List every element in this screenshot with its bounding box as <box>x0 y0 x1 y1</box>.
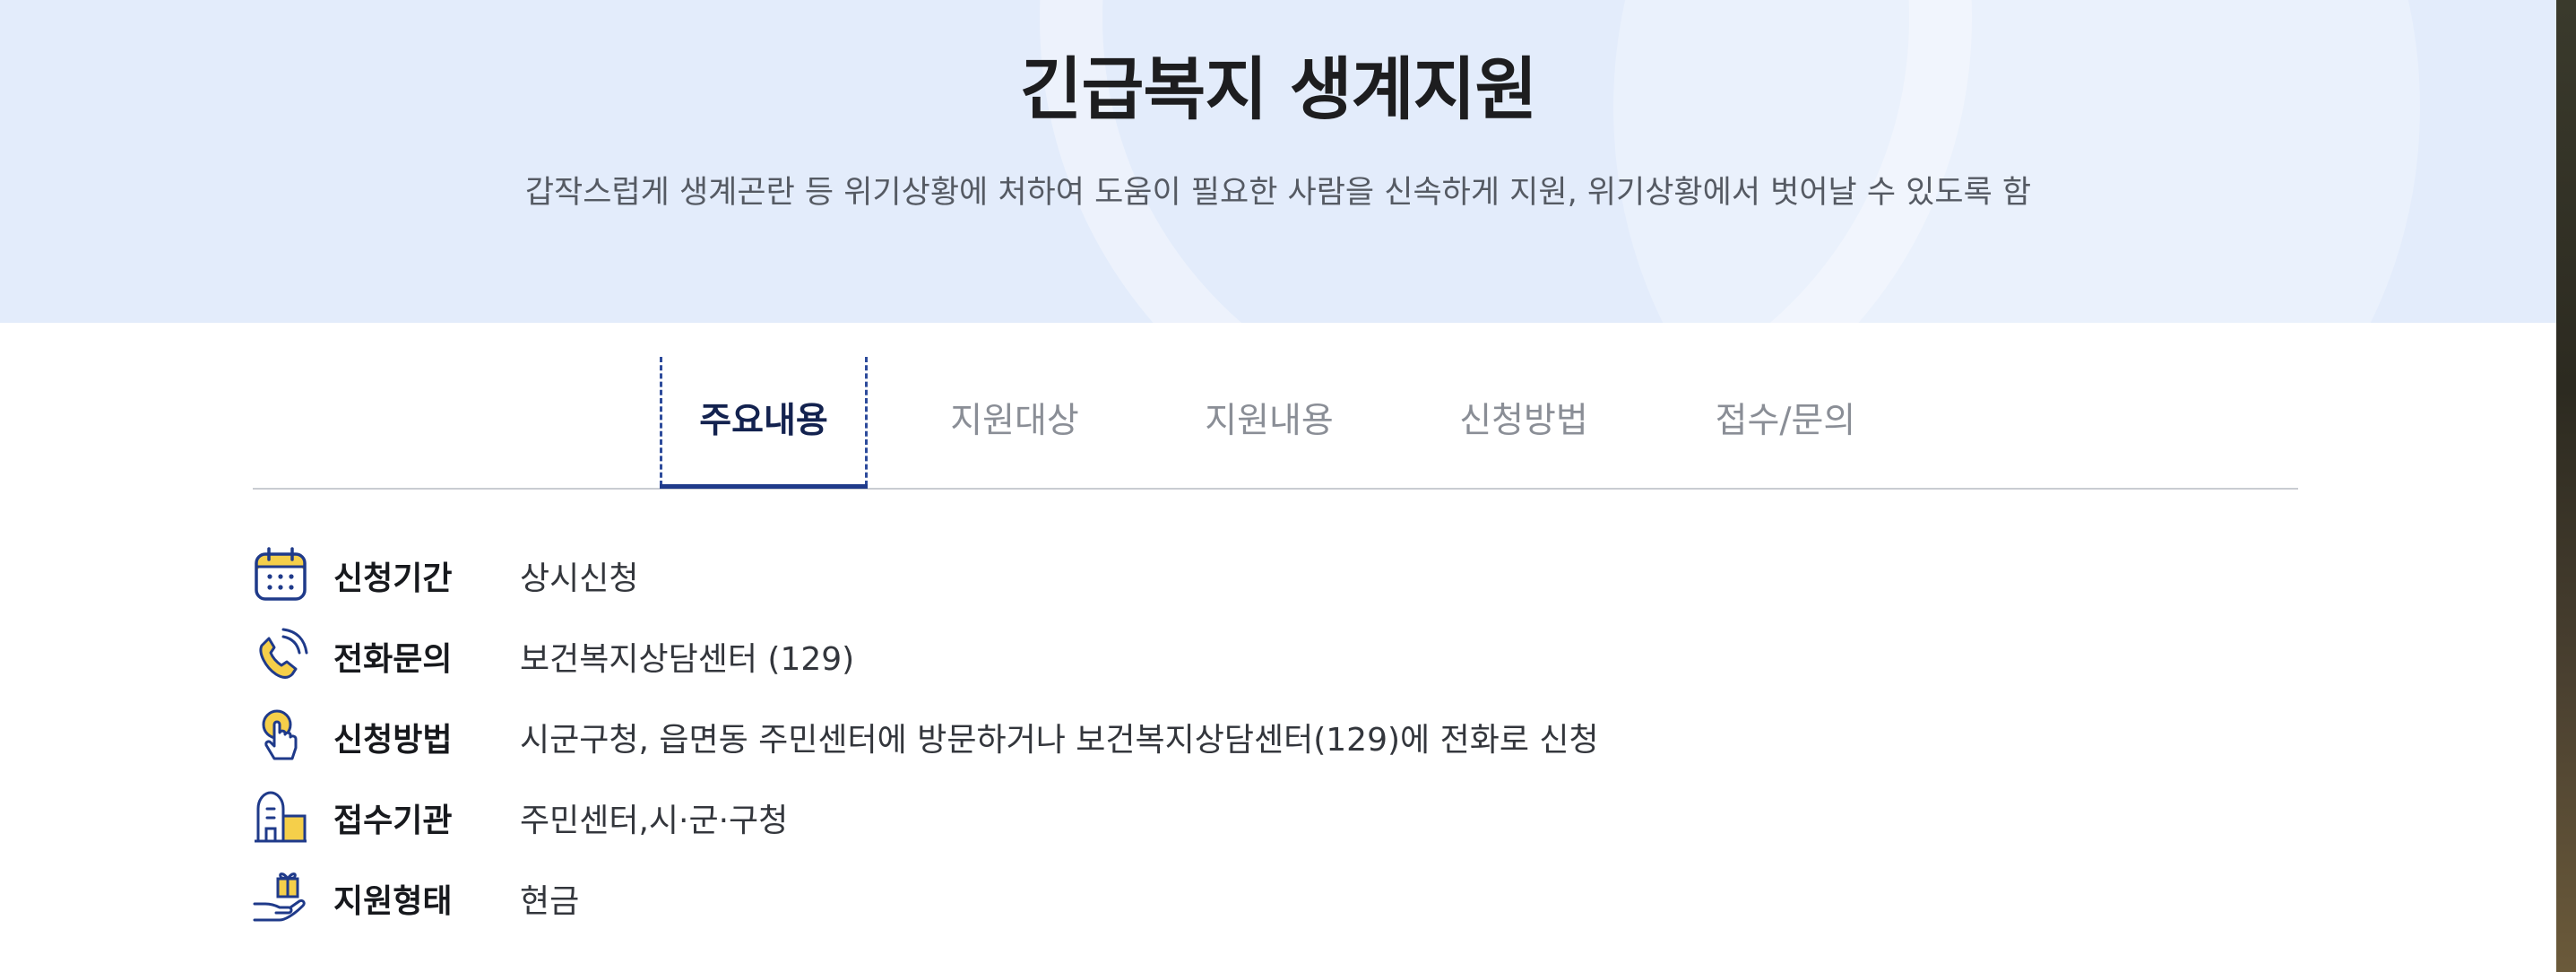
building-icon <box>255 791 307 843</box>
info-row-period: 신청기간 상시신청 <box>253 547 2045 610</box>
phone-icon <box>259 628 308 679</box>
hand-pointer-icon <box>262 709 298 760</box>
info-label: 전화문의 <box>333 641 453 678</box>
background-photo-edge <box>2556 0 2576 972</box>
info-value: 주민센터,시·군·구청 <box>520 803 789 839</box>
page-title: 긴급복지 생계지원 <box>1019 49 1538 129</box>
info-value: 시군구청, 읍면동 주민센터에 방문하거나 보건복지상담센터(129)에 전화로… <box>520 722 1599 759</box>
info-row-agency: 접수기관 주민센터,시·군·구청 <box>253 789 2045 852</box>
page-description: 갑작스럽게 생계곤란 등 위기상황에 처하여 도움이 필요한 사람을 신속하게 … <box>524 175 2032 211</box>
calendar-icon <box>255 547 307 601</box>
info-value: 보건복지상담센터 (129) <box>520 641 855 678</box>
tab-contact[interactable]: 접수/문의 <box>1678 357 1893 486</box>
info-value: 상시신청 <box>520 560 639 597</box>
info-label: 신청기간 <box>333 560 453 597</box>
info-row-method: 신청방법 시군구청, 읍면동 주민센터에 방문하거나 보건복지상담센터(129)… <box>253 708 2045 771</box>
tab-how-to-apply[interactable]: 신청방법 <box>1425 357 1622 486</box>
tab-eligibility[interactable]: 지원대상 <box>916 357 1113 486</box>
info-row-type: 지원형태 현금 <box>253 870 2045 933</box>
info-value: 현금 <box>520 883 580 920</box>
hero-banner: 긴급복지 생계지원 갑작스럽게 생계곤란 등 위기상황에 처하여 도움이 필요한… <box>0 0 2556 323</box>
info-row-phone: 전화문의 보건복지상담센터 (129) <box>253 628 2045 690</box>
info-label: 접수기관 <box>333 803 453 839</box>
gift-hand-icon <box>253 872 306 922</box>
tab-bar: 주요내용 지원대상 지원내용 신청방법 접수/문의 <box>253 357 2298 490</box>
page: 긴급복지 생계지원 갑작스럽게 생계곤란 등 위기상황에 처하여 도움이 필요한… <box>0 0 2576 972</box>
tab-support-details[interactable]: 지원내용 <box>1171 357 1368 486</box>
info-label: 신청방법 <box>333 722 453 759</box>
tab-main-content[interactable]: 주요내용 <box>660 357 868 489</box>
info-label: 지원형태 <box>333 883 453 920</box>
